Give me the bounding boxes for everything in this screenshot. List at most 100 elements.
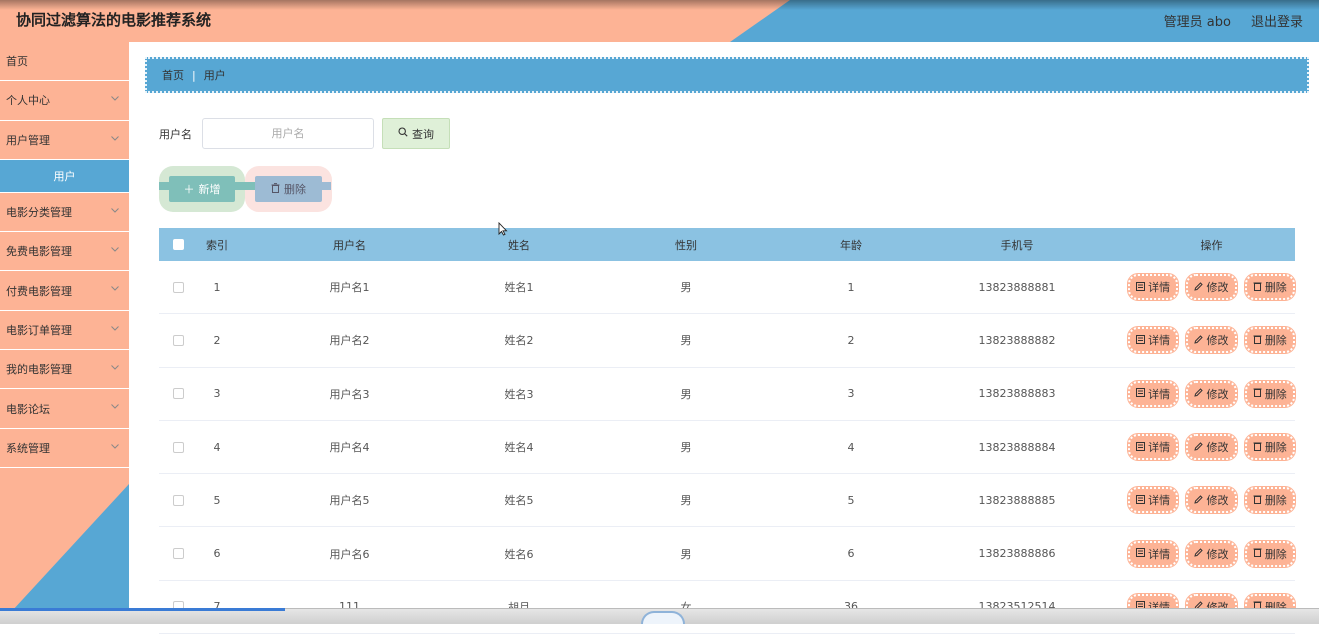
row-edit-button[interactable]: 修改: [1185, 486, 1238, 515]
row-delete-label: 删除: [1264, 281, 1287, 295]
row-delete-button[interactable]: 删除: [1243, 433, 1296, 462]
row-edit-button[interactable]: 修改: [1185, 433, 1238, 462]
row-actions: 详情 修改 删除: [1126, 539, 1296, 568]
sidebar-item-4[interactable]: 免费电影管理: [0, 232, 129, 272]
sidebar: 首页个人中心 用户管理 用户 电影分类管理 免费电影管理付费电影管理电影订单管理 我的电影…: [0, 42, 129, 624]
plus-icon: ＋: [183, 183, 195, 196]
sidebar-subitem-users[interactable]: 用户: [0, 159, 129, 193]
row-delete-button[interactable]: 删除: [1243, 326, 1296, 355]
cell-sex: 男: [680, 334, 692, 348]
chevron-down-icon: [111, 284, 119, 294]
row-detail-button[interactable]: 详情: [1126, 433, 1180, 462]
pencil-icon: [1194, 547, 1204, 560]
row-delete-button[interactable]: 删除: [1243, 379, 1296, 408]
row-delete-button[interactable]: 删除: [1243, 486, 1296, 515]
cell-sex: 男: [680, 494, 692, 508]
cell-index: 1: [213, 280, 221, 294]
row-detail-label: 详情: [1148, 334, 1171, 348]
row-delete-button[interactable]: 删除: [1243, 273, 1296, 302]
cell-index: 2: [213, 333, 221, 347]
sidebar-item-5[interactable]: 付费电影管理: [0, 271, 129, 311]
cell-name: 姓名5: [504, 494, 534, 508]
sidebar-item-label: 付费电影管理: [6, 284, 72, 298]
table-header: 索引 用户名 姓名 性别 年龄 手机号 操作: [159, 228, 1295, 261]
row-checkbox[interactable]: [172, 334, 184, 346]
row-delete-label: 删除: [1264, 441, 1287, 455]
username-search-input[interactable]: [202, 118, 374, 149]
row-detail-button[interactable]: 详情: [1126, 539, 1180, 568]
pencil-icon: [1194, 494, 1204, 507]
row-delete-button[interactable]: 删除: [1243, 539, 1296, 568]
add-button[interactable]: ＋ 新增: [169, 176, 235, 202]
cell-name: 姓名2: [504, 334, 534, 348]
pencil-icon: [1194, 441, 1204, 454]
row-checkbox[interactable]: [172, 441, 184, 453]
sidebar-item-label: 首页: [6, 55, 28, 69]
search-button[interactable]: 查询: [382, 118, 450, 149]
sidebar-item-2[interactable]: 用户管理: [0, 121, 129, 160]
row-actions: 详情 修改 删除: [1126, 486, 1296, 515]
row-checkbox[interactable]: [172, 494, 184, 506]
cell-sex: 男: [680, 281, 692, 295]
sidebar-menu: 首页个人中心 用户管理 用户 电影分类管理 免费电影管理付费电影管理电影订单管理 我的电影…: [0, 42, 129, 468]
chevron-down-icon: [111, 363, 119, 373]
header-phone: 手机号: [1000, 238, 1034, 252]
row-delete-label: 删除: [1264, 547, 1287, 561]
cell-username: 用户名5: [329, 494, 370, 508]
cell-username: 用户名3: [329, 387, 370, 401]
sidebar-item-9[interactable]: 系统管理: [0, 429, 129, 468]
bottom-progress-strip: [0, 608, 285, 611]
document-icon: [1136, 547, 1146, 560]
trash-icon: [271, 182, 280, 196]
table-row: 4 用户名4 姓名4 男 4 13823888884 详情 修改 删除: [159, 421, 1296, 475]
top-header: 协同过滤算法的电影推荐系统 管理员 abo 退出登录: [0, 0, 1319, 42]
cell-sex: 男: [680, 441, 692, 455]
row-detail-label: 详情: [1148, 387, 1171, 401]
sidebar-item-6[interactable]: 电影订单管理: [0, 311, 129, 351]
row-checkbox[interactable]: [172, 281, 184, 293]
row-edit-button[interactable]: 修改: [1185, 326, 1238, 355]
row-actions: 详情 修改 删除: [1126, 379, 1296, 408]
trash-icon: [1253, 334, 1262, 347]
row-detail-button[interactable]: 详情: [1126, 486, 1180, 515]
header-actions: 操作: [1200, 238, 1223, 252]
row-detail-button[interactable]: 详情: [1126, 273, 1180, 302]
row-detail-button[interactable]: 详情: [1126, 326, 1180, 355]
pencil-icon: [1194, 281, 1204, 294]
select-all-checkbox[interactable]: [172, 239, 184, 250]
table-row: 1 用户名1 姓名1 男 1 13823888881 详情 修改 删除: [159, 261, 1296, 315]
cell-index: 3: [213, 387, 221, 401]
row-detail-button[interactable]: 详情: [1126, 379, 1180, 408]
row-checkbox[interactable]: [172, 388, 184, 400]
cell-name: 姓名1: [504, 281, 534, 295]
trash-icon: [1253, 281, 1262, 294]
table-row: 2 用户名2 姓名2 男 2 13823888882 详情 修改 删除: [159, 314, 1296, 368]
row-delete-label: 删除: [1264, 334, 1287, 348]
sidebar-item-0[interactable]: 首页: [0, 42, 129, 82]
logout-link[interactable]: 退出登录: [1251, 11, 1303, 30]
header-index: 索引: [206, 238, 228, 252]
trash-icon: [1253, 441, 1262, 454]
cell-phone: 13823888886: [978, 547, 1056, 561]
sidebar-item-8[interactable]: 电影论坛: [0, 389, 129, 429]
cell-sex: 男: [680, 547, 692, 561]
row-actions: 详情 修改 删除: [1126, 326, 1296, 355]
breadcrumb-home[interactable]: 首页: [162, 67, 184, 83]
bulk-action-bar: ＋ 新增 删除: [159, 166, 334, 212]
row-edit-button[interactable]: 修改: [1185, 539, 1238, 568]
row-edit-button[interactable]: 修改: [1185, 273, 1238, 302]
row-checkbox[interactable]: [172, 548, 184, 560]
row-detail-label: 详情: [1148, 281, 1171, 295]
sidebar-item-1[interactable]: 个人中心: [0, 81, 129, 121]
cell-index: 6: [213, 547, 221, 561]
admin-label[interactable]: 管理员 abo: [1164, 11, 1231, 30]
row-edit-button[interactable]: 修改: [1185, 379, 1238, 408]
pencil-icon: [1194, 387, 1204, 400]
sidebar-corner-decoration: [0, 484, 129, 624]
search-button-label: 查询: [412, 127, 434, 141]
document-icon: [1136, 334, 1146, 347]
sidebar-item-7[interactable]: 我的电影管理: [0, 350, 129, 390]
bulk-delete-button[interactable]: 删除: [255, 176, 322, 202]
sidebar-item-3[interactable]: 电影分类管理: [0, 193, 129, 233]
row-edit-label: 修改: [1206, 547, 1229, 561]
